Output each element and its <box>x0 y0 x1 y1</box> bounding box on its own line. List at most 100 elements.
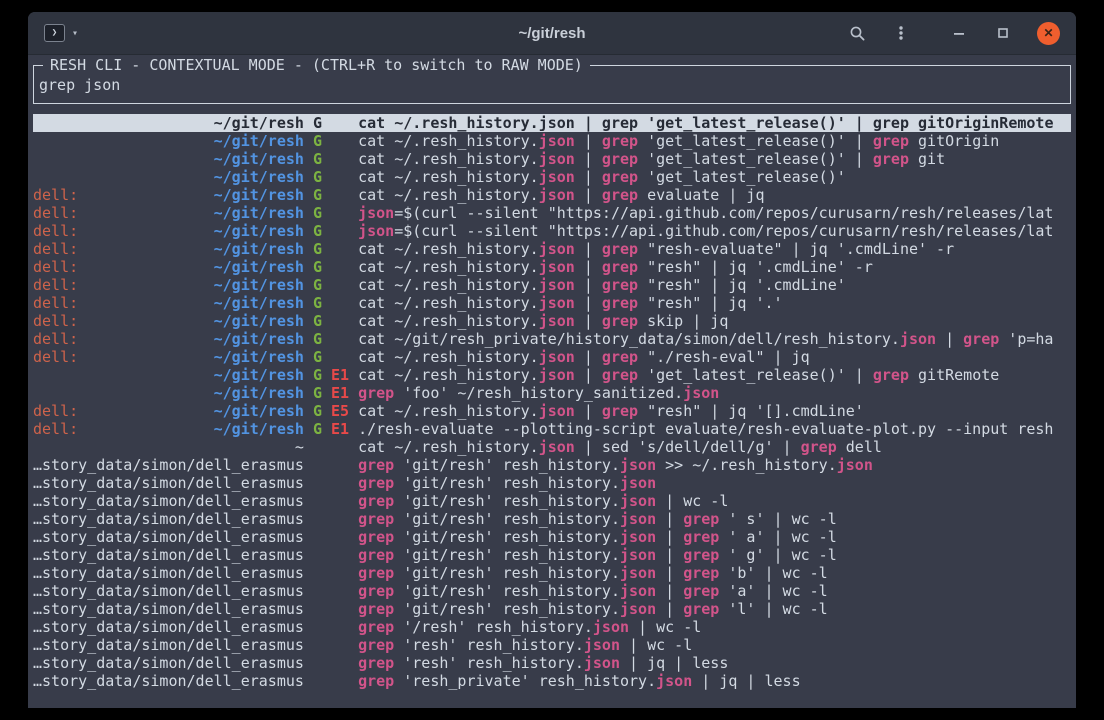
status-flags: G <box>313 168 358 186</box>
match-highlight: json <box>539 132 575 150</box>
exit-code-flag: E1 <box>331 420 349 438</box>
history-row[interactable]: ~/git/reshGcat ~/.resh_history.json | gr… <box>33 114 1071 132</box>
history-row[interactable]: dell:~/git/reshG E1./resh-evaluate --plo… <box>33 420 1071 438</box>
chevron-down-icon: ▾ <box>72 28 78 39</box>
match-highlight: grep <box>358 474 394 492</box>
minimize-button[interactable] <box>949 23 969 43</box>
command-text: grep 'resh' resh_history.json | jq | les… <box>358 654 1071 672</box>
match-highlight: json <box>620 510 656 528</box>
history-row[interactable]: ~/git/reshGcat ~/.resh_history.json | gr… <box>33 168 1071 186</box>
command-text: grep 'git/resh' resh_history.json | grep… <box>358 528 1071 546</box>
command-text: cat ~/.resh_history.json | grep "resh" |… <box>358 258 1071 276</box>
match-highlight: grep <box>602 132 638 150</box>
history-row[interactable]: dell:~/git/reshGcat ~/.resh_history.json… <box>33 294 1071 312</box>
match-highlight: json <box>620 456 656 474</box>
search-button[interactable] <box>847 23 867 43</box>
status-flags: G <box>313 132 358 150</box>
git-flag: G <box>313 186 322 204</box>
match-highlight: grep <box>602 348 638 366</box>
history-row[interactable]: ~cat ~/.resh_history.json | sed 's/dell/… <box>33 438 1071 456</box>
close-button[interactable]: ✕ <box>1037 22 1060 45</box>
directory-path: …story_data/simon/dell_erasmus <box>33 582 304 600</box>
match-highlight: grep <box>683 564 719 582</box>
command-text: grep 'git/resh' resh_history.json >> ~/.… <box>358 456 1071 474</box>
match-highlight: json <box>837 456 873 474</box>
status-flags: G <box>313 276 358 294</box>
match-highlight: json <box>539 402 575 420</box>
command-text: cat ~/.resh_history.json | grep 'get_lat… <box>358 366 1071 384</box>
search-icon <box>849 25 866 42</box>
history-row[interactable]: dell:~/git/reshGjson=$(curl --silent "ht… <box>33 204 1071 222</box>
history-row[interactable]: …story_data/simon/dell_erasmus grep 'git/… <box>33 582 1071 600</box>
command-text: grep 'resh' resh_history.json | wc -l <box>358 636 1071 654</box>
git-flag: G <box>313 276 322 294</box>
history-row[interactable]: dell:~/git/reshGcat ~/.resh_history.json… <box>33 312 1071 330</box>
mode-banner: RESH CLI - CONTEXTUAL MODE - (CTRL+R to … <box>43 56 590 74</box>
match-highlight: grep <box>683 510 719 528</box>
history-row[interactable]: …story_data/simon/dell_erasmusgrep 'git/… <box>33 456 1071 474</box>
command-text: grep 'foo' ~/resh_history_sanitized.json <box>358 384 1071 402</box>
directory-path: …story_data/simon/dell_erasmus <box>33 564 304 582</box>
status-flags: G <box>313 312 358 330</box>
match-highlight: grep <box>358 654 394 672</box>
match-highlight: json <box>593 618 629 636</box>
kebab-menu-icon <box>893 25 909 41</box>
match-highlight: json <box>620 600 656 618</box>
history-row[interactable]: dell:~/git/reshGcat ~/git/resh_private/h… <box>33 330 1071 348</box>
history-row[interactable]: …story_data/simon/dell_erasmusgrep 'git/… <box>33 564 1071 582</box>
restore-button[interactable] <box>993 23 1013 43</box>
match-highlight: grep <box>602 294 638 312</box>
match-highlight: json <box>620 582 656 600</box>
match-highlight: grep <box>358 546 394 564</box>
menu-button[interactable] <box>891 23 911 43</box>
match-highlight: json <box>539 276 575 294</box>
history-row[interactable]: …story_data/simon/dell_erasmusgrep 'git/… <box>33 528 1071 546</box>
match-highlight: json <box>620 546 656 564</box>
match-highlight: json <box>620 564 656 582</box>
command-text: cat ~/.resh_history.json | grep skip | j… <box>358 312 1071 330</box>
match-highlight: json <box>539 366 575 384</box>
search-query-input[interactable]: grep json <box>39 76 1065 94</box>
directory-path: …story_data/simon/dell_erasmus <box>33 510 304 528</box>
history-row[interactable]: dell:~/git/reshGjson=$(curl --silent "ht… <box>33 222 1071 240</box>
match-highlight: grep <box>602 312 638 330</box>
terminal-profile-button[interactable]: ❯ ▾ <box>44 24 78 42</box>
history-row[interactable]: dell:~/git/reshG E5cat ~/.resh_history.j… <box>33 402 1071 420</box>
history-row[interactable]: dell:~/git/reshGcat ~/.resh_history.json… <box>33 258 1071 276</box>
match-highlight: grep <box>873 114 909 132</box>
status-flags <box>313 600 358 618</box>
command-text: grep 'git/resh' resh_history.json | grep… <box>358 546 1071 564</box>
history-row[interactable]: …story_data/simon/dell_erasmusgrep 'git/… <box>33 546 1071 564</box>
command-text: cat ~/.resh_history.json | grep "resh-ev… <box>358 240 1071 258</box>
history-row[interactable]: …story_data/simon/dell_erasmusgrep 'resh… <box>33 636 1071 654</box>
terminal-window: ❯ ▾ ~/git/resh <box>28 12 1076 708</box>
directory-path: …story_data/simon/dell_erasmus <box>33 474 304 492</box>
history-row[interactable]: dell:~/git/reshGcat ~/.resh_history.json… <box>33 186 1071 204</box>
history-row[interactable]: …story_data/simon/dell_erasmusgrep 'git/… <box>33 600 1071 618</box>
history-row[interactable]: ~/git/reshGcat ~/.resh_history.json | gr… <box>33 150 1071 168</box>
history-row[interactable]: …story_data/simon/dell_erasmusgrep 'resh… <box>33 654 1071 672</box>
directory-path: …story_data/simon/dell_erasmus <box>33 600 304 618</box>
match-highlight: json <box>900 330 936 348</box>
match-highlight: json <box>539 186 575 204</box>
history-row[interactable]: …story_data/simon/dell_erasmusgrep '/res… <box>33 618 1071 636</box>
git-flag: G <box>313 330 322 348</box>
history-row[interactable]: …story_data/simon/dell_erasmusgrep 'git/… <box>33 492 1071 510</box>
history-row[interactable]: ~/git/reshGcat ~/.resh_history.json | gr… <box>33 132 1071 150</box>
history-row[interactable]: dell:~/git/reshGcat ~/.resh_history.json… <box>33 240 1071 258</box>
history-row[interactable]: ~/git/reshG E1cat ~/.resh_history.json |… <box>33 366 1071 384</box>
directory-path: ~/git/resh <box>214 420 304 438</box>
status-flags <box>313 564 358 582</box>
history-row[interactable]: dell:~/git/reshGcat ~/.resh_history.json… <box>33 276 1071 294</box>
match-highlight: grep <box>358 618 394 636</box>
history-row[interactable]: …story_data/simon/dell_erasmusgrep 'git/… <box>33 474 1071 492</box>
history-row[interactable]: …story_data/simon/dell_erasmusgrep 'git/… <box>33 510 1071 528</box>
close-icon: ✕ <box>1043 27 1053 39</box>
history-row[interactable]: …story_data/simon/dell_erasmusgrep 'resh… <box>33 672 1071 690</box>
history-row[interactable]: ~/git/reshG E1grep 'foo' ~/resh_history_… <box>33 384 1071 402</box>
git-flag: G <box>313 348 322 366</box>
history-row[interactable]: dell:~/git/reshGcat ~/.resh_history.json… <box>33 348 1071 366</box>
status-flags <box>313 672 358 690</box>
command-text: grep 'git/resh' resh_history.json | grep… <box>358 582 1071 600</box>
status-flags: G <box>313 150 358 168</box>
